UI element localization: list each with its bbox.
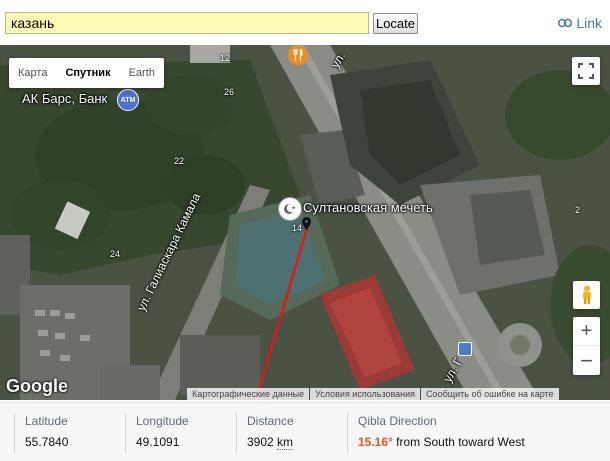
qibla-direction-value: 15.16° — [358, 435, 393, 449]
qibla-direction-label: Qibla Direction — [358, 414, 437, 428]
street-view-pegman-button[interactable] — [573, 281, 600, 309]
longitude-label: Longitude — [136, 414, 189, 428]
atm-poi-icon[interactable]: ATM — [117, 89, 139, 111]
link-label: Link — [576, 15, 602, 31]
location-search-input[interactable] — [5, 12, 369, 34]
chain-link-icon — [558, 15, 573, 31]
map-type-earth-button[interactable]: Earth — [120, 58, 164, 88]
latitude-label: Latitude — [25, 414, 68, 428]
map-type-control: Карта Спутник Earth — [9, 58, 164, 88]
satellite-map[interactable]: ATM АК Барс, Банк Султановская мечеть ул… — [0, 45, 610, 400]
house-number: 12 — [220, 53, 231, 63]
house-number: 2 — [575, 205, 581, 215]
terms-of-use-link[interactable]: Условия использования — [310, 388, 421, 400]
link-button[interactable]: Link — [558, 15, 602, 31]
longitude-field: Longitude 49.1091 — [125, 413, 189, 453]
mosque-poi-icon[interactable] — [278, 197, 302, 221]
qibla-direction-field: Qibla Direction 15.16° from South toward… — [347, 413, 525, 453]
fullscreen-icon — [578, 63, 594, 79]
latitude-value: 55.7840 — [25, 435, 69, 449]
bus-stop-icon[interactable] — [458, 342, 472, 356]
info-panel: Latitude 55.7840 Longitude 49.1091 Dista… — [0, 402, 610, 461]
latitude-field: Latitude 55.7840 — [14, 413, 68, 453]
bank-poi-label[interactable]: АК Барс, Банк — [22, 91, 107, 106]
house-number: 22 — [174, 156, 185, 166]
house-number: 26 — [224, 87, 235, 97]
qibla-direction-suffix: from South toward West — [396, 435, 525, 449]
fullscreen-button[interactable] — [572, 57, 600, 85]
mosque-poi-label[interactable]: Султановская мечеть — [303, 200, 433, 215]
distance-value-row: 3902 km — [247, 431, 294, 453]
location-pin-icon[interactable] — [302, 217, 311, 230]
pegman-icon — [582, 285, 591, 304]
distance-value: 3902 — [247, 435, 274, 449]
zoom-controls: + − — [573, 317, 600, 375]
zoom-out-button[interactable]: − — [573, 346, 600, 375]
map-type-satellite-button[interactable]: Спутник — [56, 58, 119, 88]
map-type-map-button[interactable]: Карта — [9, 58, 56, 88]
map-attribution: Картографические данные Условия использо… — [187, 388, 560, 400]
locate-button[interactable]: Locate — [373, 13, 418, 34]
longitude-value: 49.1091 — [136, 435, 180, 449]
map-data-attribution[interactable]: Картографические данные — [187, 388, 310, 400]
report-map-error-link[interactable]: Сообщить об ошибке на карте — [421, 388, 559, 400]
distance-field: Distance 3902 km — [236, 413, 294, 453]
google-logo[interactable]: Google — [6, 376, 68, 397]
distance-label: Distance — [247, 414, 294, 428]
zoom-in-button[interactable]: + — [573, 317, 600, 346]
qibla-direction-value-row: 15.16° from South toward West — [358, 431, 525, 453]
restaurant-poi-icon[interactable] — [288, 45, 308, 65]
house-number: 14 — [292, 223, 303, 233]
toolbar: Locate Link — [0, 0, 610, 45]
distance-unit-toggle[interactable]: km — [277, 435, 294, 450]
house-number: 24 — [110, 249, 121, 259]
